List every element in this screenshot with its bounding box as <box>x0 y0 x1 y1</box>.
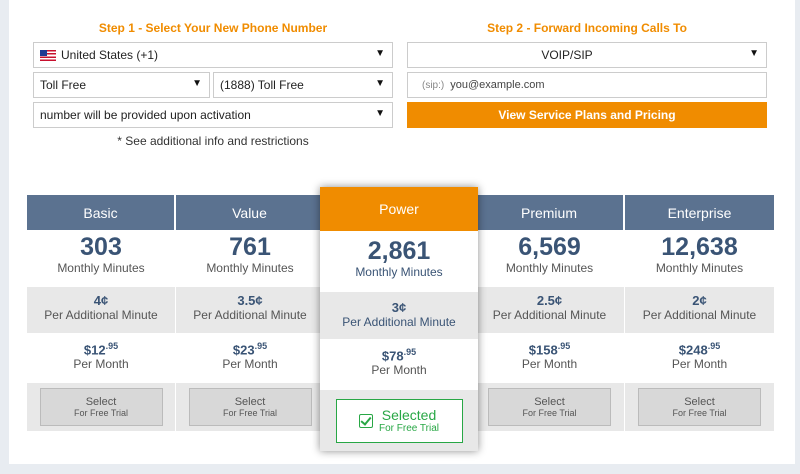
plan-price-dollars: $248 <box>678 342 708 358</box>
plan-per-minute-label: Per Additional Minute <box>193 308 307 322</box>
plan-per-minute-label: Per Additional Minute <box>44 308 158 322</box>
prefix-select[interactable]: (1888) Toll Free ▼ <box>213 72 393 98</box>
plan-price-label: Per Month <box>371 363 427 378</box>
plan-name: Enterprise <box>625 195 774 230</box>
plan-per-minute-label: Per Additional Minute <box>492 308 607 322</box>
caret-down-icon: ▼ <box>375 78 385 89</box>
plan-price-label: Per Month <box>222 357 278 372</box>
select-plan-button[interactable]: Select For Free Trial <box>188 388 312 426</box>
us-flag-icon <box>40 49 56 61</box>
sip-prefix-label: (sip:) <box>422 79 445 91</box>
plan-price-label: Per Month <box>521 357 578 372</box>
plan-premium: Premium 6,569 Monthly Minutes 2.5¢ Per A… <box>475 195 624 431</box>
plan-per-minute-label: Per Additional Minute <box>342 315 456 329</box>
plan-minutes-label: Monthly Minutes <box>57 261 145 275</box>
forward-type-value: VOIP/SIP <box>541 48 593 62</box>
plan-name: Value <box>176 195 324 230</box>
plan-name: Power <box>320 187 478 231</box>
plan-price-label: Per Month <box>671 357 728 372</box>
plan-value: Value 761 Monthly Minutes 3.5¢ Per Addit… <box>176 195 324 431</box>
plan-name: Basic <box>27 195 175 230</box>
plan-minutes-label: Monthly Minutes <box>355 265 443 279</box>
prefix-value: (1888) Toll Free <box>220 78 304 92</box>
plan-minutes: 2,861 <box>367 237 431 265</box>
number-select[interactable]: number will be provided upon activation … <box>33 102 393 128</box>
select-plan-button[interactable]: Select For Free Trial <box>39 388 163 426</box>
plan-price-dollars: $12 <box>83 342 106 358</box>
plan-minutes-label: Monthly Minutes <box>505 261 594 275</box>
trial-label: For Free Trial <box>222 408 277 418</box>
trial-label: For Free Trial <box>672 408 727 418</box>
plan-per-minute: 3.5¢ <box>237 293 263 308</box>
checkbox-checked-icon <box>358 413 373 428</box>
plan-minutes-label: Monthly Minutes <box>655 261 744 275</box>
sip-address-input[interactable]: you@example.com <box>450 79 544 91</box>
plan-minutes: 6,569 <box>518 233 581 261</box>
view-plans-button[interactable]: View Service Plans and Pricing <box>407 102 767 128</box>
number-type-value: Toll Free <box>40 78 87 92</box>
plan-minutes: 761 <box>229 233 271 261</box>
plan-per-minute-label: Per Additional Minute <box>642 308 757 322</box>
selected-label: Selected <box>381 407 437 423</box>
plan-price-cents: .95 <box>707 341 721 351</box>
plan-price-dollars: $78 <box>381 348 404 364</box>
plan-per-minute: 2¢ <box>692 293 707 308</box>
plan-enterprise: Enterprise 12,638 Monthly Minutes 2¢ Per… <box>625 195 774 431</box>
select-label: Select <box>234 396 266 408</box>
forward-type-select[interactable]: VOIP/SIP ▼ <box>407 42 767 68</box>
selected-plan-button[interactable]: Selected For Free Trial <box>335 398 463 443</box>
plan-price-label: Per Month <box>73 357 129 372</box>
plan-price-cents: .95 <box>254 341 268 351</box>
plan-price-dollars: $158 <box>528 342 558 358</box>
caret-down-icon: ▼ <box>192 78 202 89</box>
plan-per-minute: 3¢ <box>391 300 407 315</box>
plan-price-cents: .95 <box>403 347 417 357</box>
country-value: United States (+1) <box>61 48 159 62</box>
select-label: Select <box>684 396 715 408</box>
step2-title: Step 2 - Forward Incoming Calls To <box>487 21 687 35</box>
plan-price-cents: .95 <box>105 341 119 351</box>
country-select[interactable]: United States (+1) ▼ <box>33 42 393 68</box>
trial-label: For Free Trial <box>378 423 439 434</box>
select-plan-button[interactable]: Select For Free Trial <box>488 388 611 426</box>
step1-title: Step 1 - Select Your New Phone Number <box>98 21 328 35</box>
plan-power: Power 2,861 Monthly Minutes 3¢ Per Addit… <box>320 187 478 451</box>
plan-minutes: 303 <box>80 233 122 261</box>
plan-name: Premium <box>475 195 624 230</box>
plan-per-minute: 2.5¢ <box>536 293 563 308</box>
select-plan-button[interactable]: Select For Free Trial <box>638 388 761 426</box>
number-type-select[interactable]: Toll Free ▼ <box>33 72 210 98</box>
plan-minutes-label: Monthly Minutes <box>206 261 294 275</box>
sip-address-field[interactable]: (sip:) you@example.com <box>407 72 767 98</box>
caret-down-icon: ▼ <box>375 108 385 119</box>
plan-minutes: 12,638 <box>661 233 738 261</box>
number-value: number will be provided upon activation <box>40 108 251 122</box>
plan-basic: Basic 303 Monthly Minutes 4¢ Per Additio… <box>27 195 175 431</box>
caret-down-icon: ▼ <box>375 48 385 59</box>
plan-per-minute: 4¢ <box>93 293 109 308</box>
plan-price-cents: .95 <box>557 341 571 351</box>
restrictions-note[interactable]: * See additional info and restrictions <box>33 134 393 148</box>
caret-down-icon: ▼ <box>749 48 759 59</box>
select-label: Select <box>85 396 117 408</box>
trial-label: For Free Trial <box>73 408 128 418</box>
plan-price-dollars: $23 <box>232 342 255 358</box>
select-label: Select <box>534 396 565 408</box>
trial-label: For Free Trial <box>522 408 577 418</box>
